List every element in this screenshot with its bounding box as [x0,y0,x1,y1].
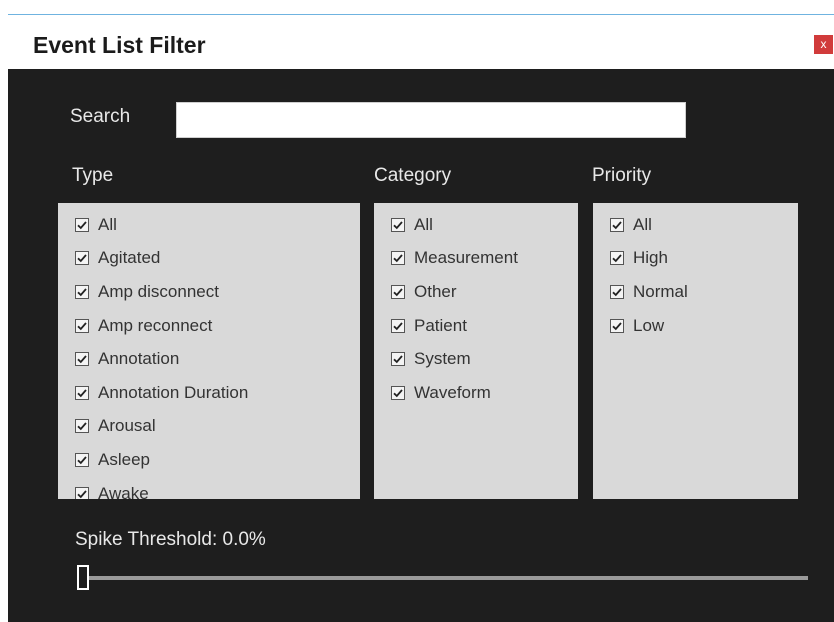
checkbox-icon[interactable] [75,251,89,266]
priority-list[interactable]: All High Normal Low [593,203,798,499]
priority-item-high[interactable]: High [593,242,798,276]
spike-threshold-label: Spike Threshold: 0.0% [75,529,266,550]
type-item-annotation-duration[interactable]: Annotation Duration [58,376,360,410]
type-item-amp-reconnect[interactable]: Amp reconnect [58,309,360,343]
checkbox-icon[interactable] [610,318,624,333]
type-label: Type [72,165,114,186]
checkbox-icon[interactable] [75,352,89,367]
checkbox-icon[interactable] [391,385,405,400]
type-item-agitated[interactable]: Agitated [58,242,360,276]
type-item-label: Amp reconnect [98,315,213,335]
search-input[interactable] [176,102,686,138]
category-label: Category [374,165,452,186]
type-item-label: Asleep [98,449,150,469]
type-item-label: Annotation [98,349,180,369]
spike-threshold-slider-thumb[interactable] [77,565,89,590]
checkbox-icon[interactable] [391,217,405,232]
category-item-system[interactable]: System [374,342,578,376]
checkbox-icon[interactable] [75,318,89,333]
type-item-label: Amp disconnect [98,281,219,301]
checkbox-icon[interactable] [75,217,89,232]
close-button[interactable]: x [814,35,833,54]
type-list[interactable]: All Agitated Amp disconnect Amp reconnect An… [58,203,360,499]
category-item-label: Measurement [414,248,518,268]
priority-item-normal[interactable]: Normal [593,275,798,309]
type-item-awake[interactable]: Awake [58,477,360,499]
close-icon: x [820,37,827,51]
category-item-label: System [414,349,471,369]
checkbox-icon[interactable] [610,251,624,266]
checkbox-icon[interactable] [391,352,405,367]
priority-item-low[interactable]: Low [593,309,798,343]
category-item-label: All [414,214,433,234]
priority-item-label: High [633,248,668,268]
checkbox-icon[interactable] [391,318,405,333]
priority-item-label: Normal [633,281,688,301]
category-item-waveform[interactable]: Waveform [374,376,578,410]
search-label: Search [70,106,131,127]
checkbox-icon[interactable] [75,385,89,400]
checkbox-icon[interactable] [391,251,405,266]
type-item-label: Awake [98,483,149,499]
category-item-label: Patient [414,315,467,335]
priority-item-label: All [633,214,652,234]
type-item-arousal[interactable]: Arousal [58,410,360,444]
priority-label: Priority [592,165,652,186]
category-item-other[interactable]: Other [374,275,578,309]
type-item-label: Annotation Duration [98,382,249,402]
category-item-measurement[interactable]: Measurement [374,242,578,276]
spike-threshold-slider-track[interactable] [86,576,808,580]
priority-item-all[interactable]: All [593,208,798,242]
type-item-all[interactable]: All [58,208,360,242]
type-item-asleep[interactable]: Asleep [58,443,360,477]
category-item-label: Other [414,281,457,301]
priority-item-label: Low [633,315,665,335]
category-item-all[interactable]: All [374,208,578,242]
type-item-label: Agitated [98,248,161,268]
checkbox-icon[interactable] [75,419,89,434]
dialog-title: Event List Filter [33,32,206,58]
checkbox-icon[interactable] [75,452,89,467]
checkbox-icon[interactable] [610,284,624,299]
category-item-patient[interactable]: Patient [374,309,578,343]
category-item-label: Waveform [414,382,491,402]
type-item-annotation[interactable]: Annotation [58,342,360,376]
checkbox-icon[interactable] [391,284,405,299]
type-item-label: All [98,214,117,234]
checkbox-icon[interactable] [75,284,89,299]
type-item-amp-disconnect[interactable]: Amp disconnect [58,275,360,309]
checkbox-icon[interactable] [75,486,89,499]
type-item-label: Arousal [98,416,156,436]
event-list-filter-dialog: Event List Filter x Search Type Category… [8,14,834,622]
title-bar: Event List Filter x [8,15,834,69]
category-list[interactable]: All Measurement Other Patient System Waveform [374,203,578,499]
checkbox-icon[interactable] [610,217,624,232]
